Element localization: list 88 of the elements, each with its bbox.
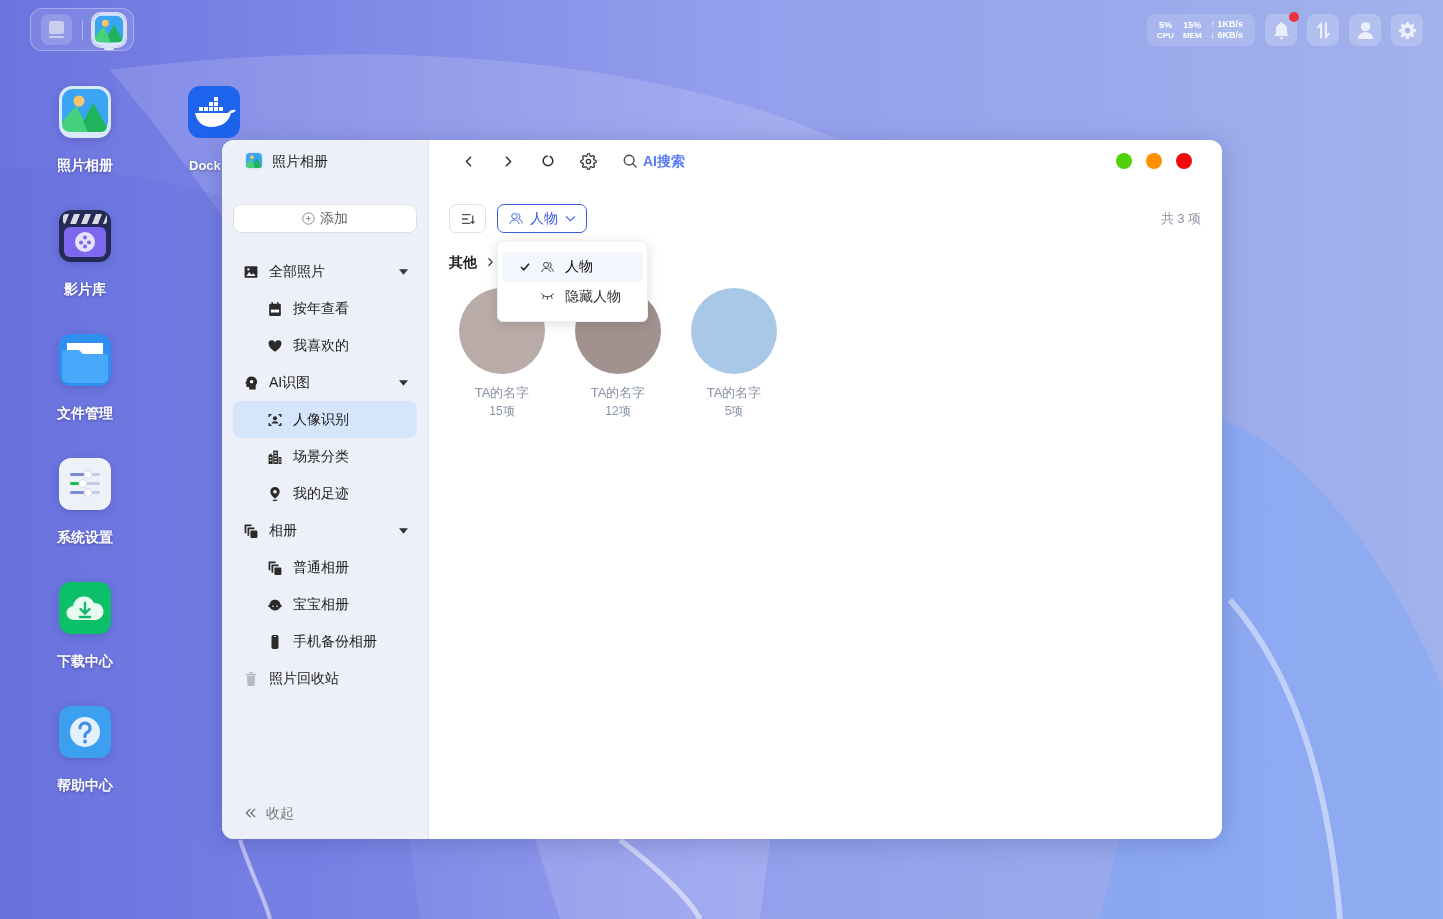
notifications-button[interactable] xyxy=(1265,14,1297,46)
close-button[interactable] xyxy=(1176,153,1192,169)
app-label: 影片库 xyxy=(64,281,106,297)
sidebar-item[interactable]: 相册 xyxy=(233,512,417,549)
film-clapper-icon[interactable] xyxy=(59,210,111,262)
sidebar-item[interactable]: 我的足迹 xyxy=(233,475,417,512)
head-icon xyxy=(244,375,258,390)
heart-icon xyxy=(268,338,282,353)
sort-icon xyxy=(460,212,475,225)
mountain-photo-icon[interactable] xyxy=(59,86,111,138)
help-icon[interactable] xyxy=(59,706,111,758)
sidebar-item[interactable]: 按年查看 xyxy=(233,290,417,327)
up-down-arrows-icon xyxy=(1316,21,1330,39)
filter-dropdown[interactable]: 人物 xyxy=(497,204,587,233)
person-name: TA的名字 xyxy=(474,385,530,401)
memory-label: MEM xyxy=(1182,30,1202,41)
people-icon xyxy=(541,260,554,273)
add-button[interactable]: 添加 xyxy=(233,204,417,233)
memory-usage: 15% xyxy=(1183,19,1202,31)
window-title: 照片相册 xyxy=(272,151,328,171)
trash-icon xyxy=(244,671,258,686)
checkmark-icon xyxy=(520,262,530,271)
app-label: 系统设置 xyxy=(57,529,113,545)
caret-icon[interactable] xyxy=(399,379,408,386)
item-count: 共 3 项 xyxy=(1160,209,1201,228)
folder-icon[interactable] xyxy=(59,334,111,386)
closed-eye-icon xyxy=(541,292,554,301)
search-icon xyxy=(623,154,637,168)
caret-icon[interactable] xyxy=(399,268,408,275)
stacked-pages-icon xyxy=(244,523,258,538)
chevron-left-icon xyxy=(464,155,472,167)
refresh-icon xyxy=(542,155,554,167)
chevron-right-icon xyxy=(504,155,512,167)
cloud-download-icon[interactable] xyxy=(59,582,111,634)
active-indicator xyxy=(104,47,114,50)
sidebar-item[interactable]: 宝宝相册 xyxy=(233,586,417,623)
sidebar-item[interactable]: 普通相册 xyxy=(233,549,417,586)
menu-item[interactable]: 隐藏人物 xyxy=(502,281,643,311)
person-name: TA的名字 xyxy=(590,385,646,401)
stacked-pages-icon xyxy=(268,560,282,575)
sort-button[interactable] xyxy=(449,204,486,233)
download-speed: ↓ 6KB/s xyxy=(1210,30,1244,41)
settings-icon xyxy=(579,152,597,170)
photo-count: 15项 xyxy=(489,404,515,418)
buildings-icon xyxy=(268,449,282,464)
sidebar-item[interactable]: 我喜欢的 xyxy=(233,327,417,364)
location-pin-icon xyxy=(268,486,282,501)
caret-icon[interactable] xyxy=(399,527,408,534)
expand-group-button[interactable] xyxy=(485,255,495,269)
face-frame-icon xyxy=(268,412,282,427)
screen-icon[interactable] xyxy=(41,14,72,45)
person-name: TA的名字 xyxy=(706,385,762,401)
person-silhouette-icon xyxy=(1356,20,1374,40)
app-label: 下载中心 xyxy=(57,653,113,669)
app-label: 帮助中心 xyxy=(57,777,113,793)
bell-icon xyxy=(1272,20,1290,40)
cpu-usage: 5% xyxy=(1158,19,1172,31)
app-label: Dock xyxy=(189,158,221,173)
settings-icon xyxy=(1397,20,1417,40)
chevron-down-icon xyxy=(565,215,576,222)
app-label: 照片相册 xyxy=(57,157,113,173)
sliders-icon[interactable] xyxy=(59,458,111,510)
sidebar-item[interactable]: 手机备份相册 xyxy=(233,623,417,660)
upload-speed: ↑ 1KB/s xyxy=(1210,19,1244,30)
sidebar-item[interactable]: AI识图 xyxy=(233,364,417,401)
collapse-button[interactable]: 收起 xyxy=(245,801,294,825)
people-icon xyxy=(509,212,523,225)
sidebar-item[interactable]: 照片回收站 xyxy=(233,660,417,697)
app-label: 文件管理 xyxy=(57,405,113,421)
ai-search-button[interactable]: AI搜索 xyxy=(623,150,685,172)
picture-icon xyxy=(244,264,258,279)
baby-face-icon xyxy=(268,597,282,612)
mountain-photo-icon xyxy=(245,152,263,170)
double-chevron-left-icon xyxy=(245,808,256,818)
sidebar-item[interactable]: 场景分类 xyxy=(233,438,417,475)
mountain-photo-icon[interactable] xyxy=(93,13,125,46)
add-circle-icon xyxy=(302,212,315,225)
cpu-label: CPU xyxy=(1157,30,1174,41)
chevron-right-icon xyxy=(487,257,493,267)
sidebar-item[interactable]: 全部照片 xyxy=(233,253,417,290)
sidebar-item[interactable]: 人像识别 xyxy=(233,401,417,438)
menu-item[interactable]: 人物 xyxy=(502,252,643,282)
photo-count: 5项 xyxy=(724,404,744,418)
whale-icon[interactable] xyxy=(188,86,240,138)
minimize-button[interactable] xyxy=(1146,153,1162,169)
calendar-icon xyxy=(268,301,282,316)
photo-count: 12项 xyxy=(605,404,631,418)
group-title: 其他 xyxy=(449,252,477,272)
